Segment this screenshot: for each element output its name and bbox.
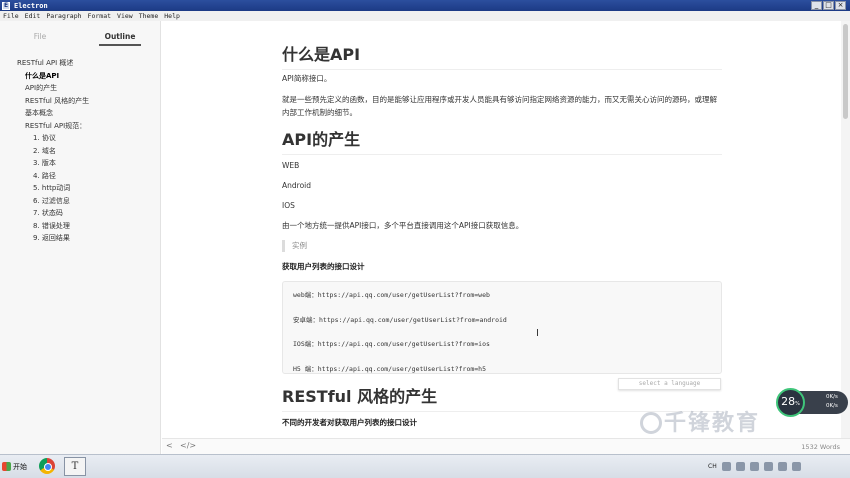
tab-file-label: File [33, 32, 47, 41]
editor-content[interactable]: 什么是API API简称接口。 就是一些预先定义的函数，目的是能够让应用程序或开… [162, 21, 841, 438]
heading-different-devs[interactable]: 不同的开发者对获取用户列表的接口设计 [282, 417, 417, 428]
network-icon[interactable] [749, 462, 759, 471]
help-icon[interactable] [735, 462, 745, 471]
menu-file[interactable]: File [3, 12, 19, 20]
outline-item[interactable]: 6. 过滤信息 [0, 195, 160, 208]
toggle-sidebar-button[interactable]: < [166, 441, 173, 450]
tab-outline[interactable]: Outline [80, 21, 160, 47]
minimize-button[interactable]: _ [811, 1, 822, 10]
maximize-button[interactable]: □ [823, 1, 834, 10]
outline-item[interactable]: 基本概念 [0, 107, 160, 120]
heading-api-origin[interactable]: API的产生 [282, 126, 722, 155]
keyboard-icon[interactable] [721, 462, 731, 471]
outline-item[interactable]: 5. http动词 [0, 182, 160, 195]
code-language-select[interactable]: select a language [618, 378, 721, 390]
tab-outline-label: Outline [99, 32, 141, 46]
vertical-scrollbar[interactable] [841, 21, 850, 438]
watermark: 千锋教育 [640, 405, 760, 437]
outline-item[interactable]: 3. 版本 [0, 157, 160, 170]
heading-what-is-api[interactable]: 什么是API [282, 41, 722, 70]
outline-item[interactable]: 4. 路径 [0, 170, 160, 183]
chrome-taskbar-icon[interactable] [36, 457, 58, 476]
outline-item[interactable]: API的产生 [0, 82, 160, 95]
outline-item[interactable]: RESTful API 概述 [0, 57, 160, 70]
cpu-percent-unit: % [795, 401, 800, 407]
sidebar-tabs: File Outline [0, 21, 160, 47]
outline-item[interactable]: 2. 域名 [0, 145, 160, 158]
paragraph-ios[interactable]: IOS [282, 199, 722, 212]
watermark-text: 千锋教育 [664, 411, 761, 436]
taskbar: 开始 T CH [0, 454, 850, 478]
word-count[interactable]: 1532 Words [801, 443, 840, 451]
outline-item[interactable]: RESTful API规范： [0, 120, 160, 133]
show-hidden-icons-icon[interactable] [791, 462, 801, 471]
heading-get-user-list[interactable]: 获取用户列表的接口设计 [282, 261, 365, 272]
network-speed-widget[interactable]: 0K/s 0K/s 28% [776, 388, 848, 417]
download-speed: 0K/s [826, 403, 838, 409]
system-tray: CH [708, 462, 801, 471]
paragraph-api-short[interactable]: API简称接口。 [282, 72, 722, 85]
outline-item[interactable]: 8. 错误处理 [0, 220, 160, 233]
code-line: IOS端：https://api.qq.com/user/getUserList… [293, 340, 490, 348]
menu-help[interactable]: Help [164, 12, 180, 20]
tab-file[interactable]: File [0, 21, 80, 47]
tray-app-icon[interactable] [777, 462, 787, 471]
status-bar: < </> 1532 Words [162, 438, 850, 454]
speed-panel: 0K/s 0K/s [798, 391, 848, 414]
outline-item[interactable]: 1. 协议 [0, 132, 160, 145]
window-titlebar[interactable]: E Electron _ □ × [0, 0, 850, 11]
upload-speed: 0K/s [826, 394, 838, 400]
app-icon: E [2, 1, 10, 10]
paragraph-unified[interactable]: 由一个地方统一提供API接口，多个平台直接调用这个API接口获取信息。 [282, 219, 722, 232]
menu-bar: File Edit Paragraph Format View Theme He… [0, 11, 850, 21]
cpu-percent-gauge: 28% [776, 388, 805, 417]
code-line: web端：https://api.qq.com/user/getUserList… [293, 291, 490, 299]
outline-item[interactable]: 7. 状态码 [0, 207, 160, 220]
outline-item[interactable]: RESTful 风格的产生 [0, 95, 160, 108]
menu-view[interactable]: View [117, 12, 133, 20]
volume-icon[interactable] [763, 462, 773, 471]
blockquote-example[interactable]: 实例 [282, 240, 722, 252]
window-controls: _ □ × [811, 1, 846, 10]
outline-item[interactable]: 什么是API [0, 70, 160, 83]
outline-item[interactable]: 9. 返回结果 [0, 232, 160, 245]
paragraph-api-desc[interactable]: 就是一些预先定义的函数，目的是能够让应用程序或开发人员能具有够访问指定网络资源的… [282, 93, 722, 119]
code-block[interactable]: web端：https://api.qq.com/user/getUserList… [282, 281, 722, 374]
start-button[interactable]: 开始 [2, 459, 27, 474]
input-language-indicator[interactable]: CH [708, 463, 717, 470]
scrollbar-thumb[interactable] [843, 24, 848, 119]
menu-format[interactable]: Format [88, 12, 111, 20]
watermark-logo-icon [640, 412, 662, 434]
source-code-mode-button[interactable]: </> [180, 441, 196, 450]
code-line: 安卓端：https://api.qq.com/user/getUserList?… [293, 315, 507, 324]
close-button[interactable]: × [835, 1, 846, 10]
outline-list: RESTful API 概述 什么是API API的产生 RESTful 风格的… [0, 57, 160, 245]
sidebar: File Outline RESTful API 概述 什么是API API的产… [0, 21, 161, 454]
start-label: 开始 [13, 462, 27, 471]
menu-theme[interactable]: Theme [139, 12, 159, 20]
menu-paragraph[interactable]: Paragraph [46, 12, 81, 20]
window-title: Electron [14, 1, 48, 10]
text-cursor-icon: I [536, 328, 539, 339]
paragraph-web[interactable]: WEB [282, 159, 722, 172]
menu-edit[interactable]: Edit [25, 12, 41, 20]
cpu-percent-value: 28 [781, 395, 796, 408]
typora-taskbar-icon[interactable]: T [64, 457, 86, 476]
windows-logo-icon [2, 462, 11, 471]
paragraph-android[interactable]: Android [282, 179, 722, 192]
